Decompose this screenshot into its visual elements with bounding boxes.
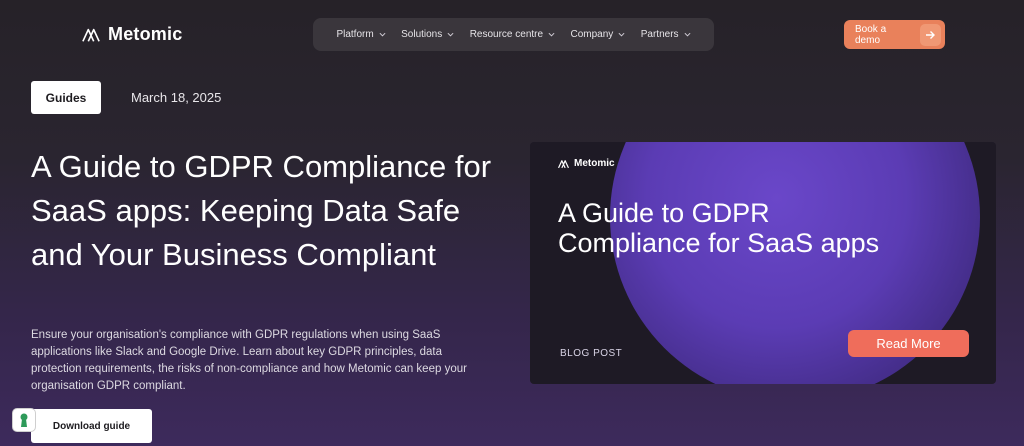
featured-guide-card[interactable]: Metomic A Guide to GDPR Compliance for S…	[530, 142, 996, 384]
nav-label: Company	[570, 29, 614, 40]
brand-name: Metomic	[108, 24, 183, 44]
card-brand-name: Metomic	[574, 158, 615, 169]
chevron-down-icon	[447, 32, 454, 37]
publish-date: March 18, 2025	[131, 90, 222, 105]
book-demo-button[interactable]: Book a demo	[844, 20, 945, 49]
nav-label: Resource centre	[469, 29, 544, 40]
nav-company[interactable]: Company	[571, 29, 626, 40]
accessibility-widget[interactable]	[12, 408, 36, 432]
nav-label: Platform	[336, 29, 374, 40]
chevron-down-icon	[548, 32, 555, 37]
nav-partners[interactable]: Partners	[641, 29, 691, 40]
card-title: A Guide to GDPR Compliance for SaaS apps	[558, 198, 880, 258]
nav-label: Solutions	[401, 29, 443, 40]
nav-solutions[interactable]: Solutions	[401, 29, 454, 40]
nav-label: Partners	[640, 29, 679, 40]
category-tag[interactable]: Guides	[31, 81, 101, 114]
page-title: A Guide to GDPR Compliance for SaaS apps…	[31, 149, 492, 272]
chevron-down-icon	[379, 32, 386, 37]
arrow-right-icon	[919, 23, 941, 46]
download-guide-button[interactable]: Download guide	[31, 409, 152, 443]
read-more-button[interactable]: Read More	[848, 330, 969, 357]
main-nav: Platform Solutions Resource centre Compa…	[313, 18, 714, 51]
nav-platform[interactable]: Platform	[336, 29, 386, 40]
chevron-down-icon	[618, 32, 625, 37]
brand-logo[interactable]: Metomic	[82, 24, 182, 45]
nav-resource-centre[interactable]: Resource centre	[470, 29, 555, 40]
keyhole-icon	[20, 413, 28, 427]
article-description: Ensure your organisation's compliance wi…	[31, 329, 467, 392]
book-demo-label: Book a demo	[855, 23, 887, 46]
metomic-logo-icon	[558, 159, 569, 168]
metomic-logo-icon	[82, 28, 100, 42]
chevron-down-icon	[684, 32, 691, 37]
card-kicker: BLOG POST	[560, 348, 623, 359]
card-brand: Metomic	[558, 158, 615, 169]
